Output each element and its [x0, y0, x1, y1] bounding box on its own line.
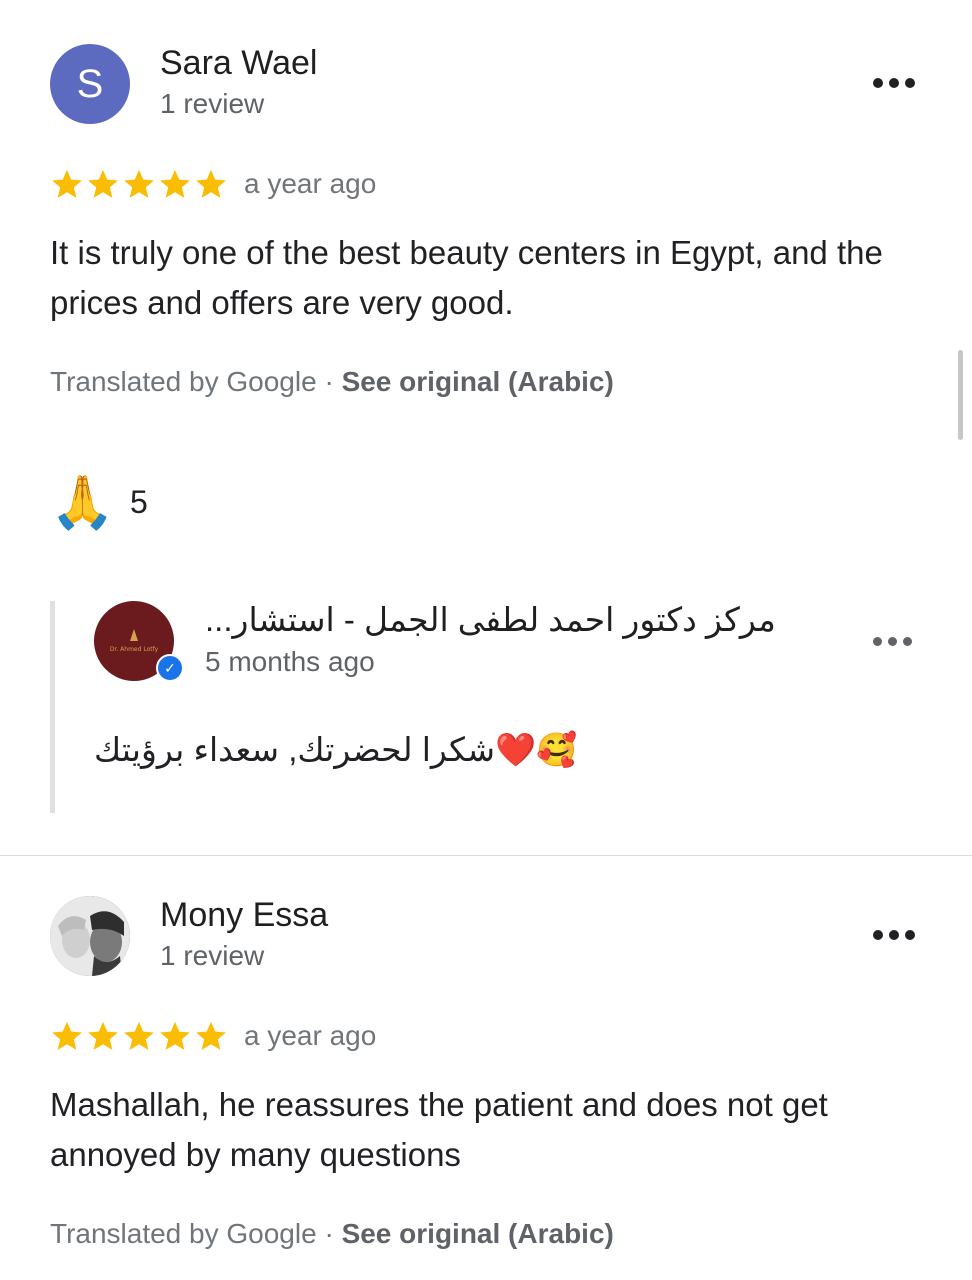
review-time: a year ago: [244, 168, 377, 199]
reaction-emoji[interactable]: 🙏: [50, 473, 115, 533]
review-text[interactable]: It is truly one of the best beauty cente…: [50, 228, 930, 328]
reviewer-avatar[interactable]: [50, 896, 130, 976]
star-icon: [158, 1019, 192, 1053]
more-options-icon[interactable]: [873, 930, 915, 940]
star-icon: [122, 167, 156, 201]
avatar-letter: S: [76, 61, 104, 106]
review-time: a year ago: [244, 1020, 377, 1051]
owner-reply-text[interactable]: 🥰❤️شكرا لحضرتك, سعداء برؤيتك: [94, 730, 594, 770]
reviewer-avatar[interactable]: S: [50, 44, 130, 124]
star-icon: [50, 1019, 84, 1053]
owner-logo-icon: Dr. Ahmed Lotfy: [110, 629, 159, 653]
verified-check-icon: ✓: [156, 654, 184, 682]
star-icon: [86, 167, 120, 201]
translated-by-label: Translated by Google ·: [50, 1218, 342, 1249]
star-icon: [86, 1019, 120, 1053]
star-icon: [158, 167, 192, 201]
reviewer-review-count[interactable]: 1 review: [160, 940, 264, 972]
reviewer-review-count[interactable]: 1 review: [160, 88, 264, 120]
translation-note: Translated by Google · See original (Ara…: [50, 366, 614, 398]
star-icon: [122, 1019, 156, 1053]
see-original-link[interactable]: See original (Arabic): [342, 366, 614, 397]
star-rating: [50, 167, 228, 201]
svg-text:Dr. Ahmed Lotfy: Dr. Ahmed Lotfy: [110, 646, 159, 653]
review-divider: [0, 855, 972, 856]
reply-indicator-bar: [50, 601, 55, 813]
see-original-link[interactable]: See original (Arabic): [342, 1218, 614, 1249]
more-options-icon[interactable]: [873, 78, 915, 88]
scrollbar-thumb[interactable]: [958, 350, 963, 440]
review-text[interactable]: Mashallah, he reassures the patient and …: [50, 1080, 930, 1180]
owner-reply-time: 5 months ago: [205, 646, 375, 677]
star-icon: [50, 167, 84, 201]
owner-reply-more-icon[interactable]: [873, 637, 912, 646]
reviewer-name[interactable]: Sara Wael: [160, 44, 317, 83]
translation-note: Translated by Google · See original (Ara…: [50, 1218, 614, 1250]
reviewer-name[interactable]: Mony Essa: [160, 896, 328, 935]
owner-name[interactable]: مركز دكتور احمد لطفى الجمل - استشار...: [205, 600, 780, 639]
profile-photo-icon: [50, 896, 130, 976]
star-icon: [194, 1019, 228, 1053]
reaction-count: 5: [130, 484, 148, 520]
star-icon: [194, 167, 228, 201]
star-rating: [50, 1019, 228, 1053]
translated-by-label: Translated by Google ·: [50, 366, 342, 397]
